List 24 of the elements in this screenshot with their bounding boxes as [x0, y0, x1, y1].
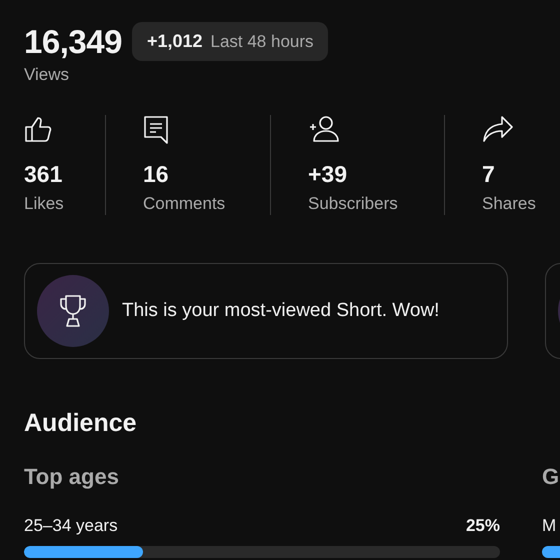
views-count: 16,349	[24, 22, 122, 60]
stat-label: Shares	[482, 194, 536, 214]
share-arrow-icon	[482, 115, 514, 143]
subsection-heading: G	[542, 464, 560, 490]
subsection-heading: Top ages	[24, 464, 120, 490]
delta-period: Last 48 hours	[210, 32, 314, 52]
add-person-icon	[308, 115, 340, 143]
stat-label: Comments	[143, 194, 226, 214]
highlight-text: This is your most-viewed Short. Wow!	[122, 300, 440, 322]
row-label: M	[542, 516, 556, 536]
stat-value: 7	[482, 161, 495, 188]
stat-label: Subscribers	[308, 194, 398, 214]
thumbs-up-icon	[24, 115, 54, 143]
comment-icon	[143, 115, 169, 145]
trophy-icon	[58, 294, 88, 328]
row-label: 25–34 years	[24, 516, 118, 536]
row-percent: 25%	[466, 516, 500, 536]
section-heading: Audience	[24, 409, 138, 438]
views-label: Views	[24, 65, 70, 85]
stat-value: 16	[143, 161, 169, 188]
stat-value: +39	[308, 161, 348, 188]
stat-label: Likes	[24, 194, 64, 214]
delta-value: +1,012	[146, 31, 202, 52]
stat-value: 361	[24, 161, 62, 188]
